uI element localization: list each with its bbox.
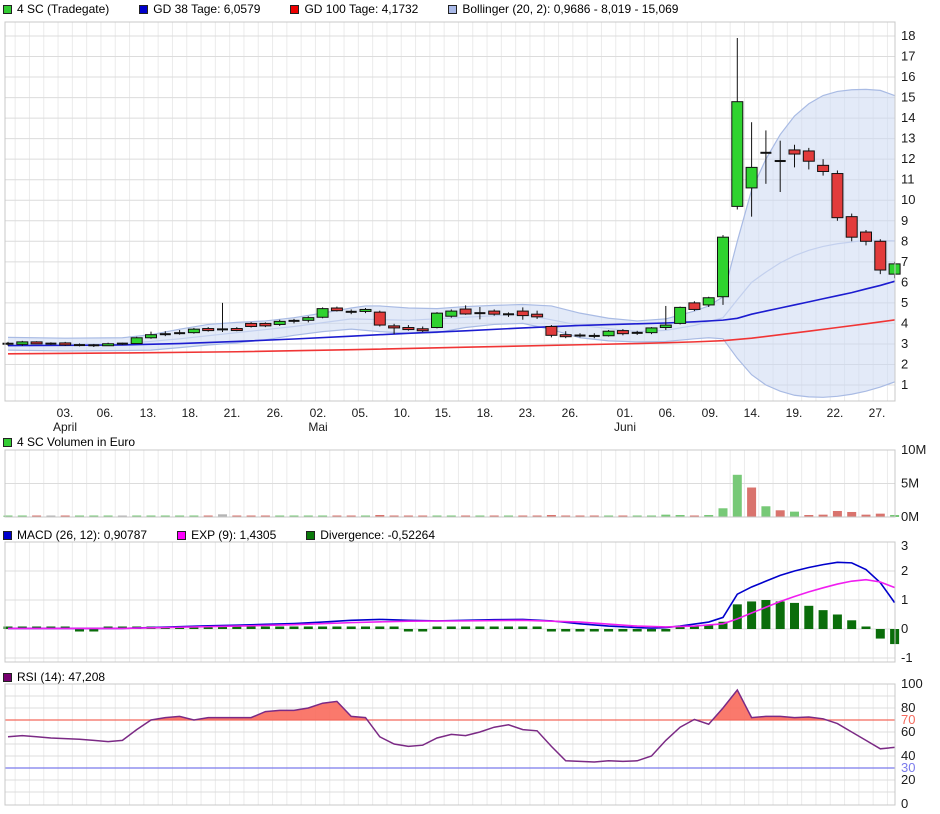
svg-text:12: 12 — [901, 151, 915, 166]
svg-text:26.: 26. — [562, 406, 579, 420]
legend-item-rsi: RSI (14): 47,208 — [3, 670, 105, 684]
macd-y-axis: -1 0 1 2 3 — [901, 538, 913, 665]
svg-text:01.: 01. — [617, 406, 634, 420]
volume-label: 4 SC Volumen in Euro — [17, 435, 135, 449]
svg-text:05.: 05. — [352, 406, 369, 420]
svg-text:1: 1 — [901, 592, 908, 607]
rsi-label: RSI (14): 47,208 — [17, 670, 105, 684]
rsi-swatch-icon — [3, 673, 12, 682]
svg-text:27.: 27. — [869, 406, 886, 420]
svg-text:14: 14 — [901, 110, 915, 125]
svg-text:16: 16 — [901, 69, 915, 84]
volume-legend: 4 SC Volumen in Euro — [3, 434, 135, 450]
svg-text:2: 2 — [901, 563, 908, 578]
volume-swatch-icon — [3, 438, 12, 447]
volume-bars-layer — [4, 475, 900, 517]
svg-text:22.: 22. — [827, 406, 844, 420]
svg-text:3: 3 — [901, 538, 908, 553]
svg-text:15.: 15. — [435, 406, 452, 420]
legend-item-gd100: GD 100 Tage: 4,1732 — [290, 2, 418, 16]
legend-item-gd38: GD 38 Tage: 6,0579 — [139, 2, 260, 16]
legend-item-macd: MACD (26, 12): 0,90787 — [3, 528, 147, 542]
rsi-line — [8, 690, 895, 762]
svg-text:21.: 21. — [224, 406, 241, 420]
macd-histogram-layer — [4, 600, 900, 644]
divergence-swatch-icon — [306, 531, 315, 540]
svg-text:09.: 09. — [702, 406, 719, 420]
legend-item-exp: EXP (9): 1,4305 — [177, 528, 276, 542]
svg-text:06.: 06. — [97, 406, 114, 420]
rsi-legend: RSI (14): 47,208 — [3, 669, 105, 685]
price-y-axis: 123456789101112131415161718 — [901, 28, 915, 392]
date-axis: 03.April 06. 13. 18. 21. 26. 02.Mai 05. 10. 15. 18… — [53, 406, 885, 434]
svg-text:4: 4 — [901, 315, 908, 330]
svg-text:Juni: Juni — [614, 420, 636, 434]
svg-text:10.: 10. — [394, 406, 411, 420]
svg-text:100: 100 — [901, 676, 923, 691]
svg-text:26.: 26. — [267, 406, 284, 420]
price-series-label: 4 SC (Tradegate) — [17, 2, 109, 16]
svg-text:80: 80 — [901, 700, 915, 715]
svg-text:April: April — [53, 420, 77, 434]
svg-text:11: 11 — [901, 172, 915, 187]
svg-text:3: 3 — [901, 336, 908, 351]
legend-item-divergence: Divergence: -0,52264 — [306, 528, 435, 542]
rsi-grid — [5, 684, 895, 805]
svg-text:17: 17 — [901, 49, 915, 64]
svg-text:18.: 18. — [182, 406, 199, 420]
svg-text:13.: 13. — [140, 406, 157, 420]
bollinger-swatch-icon — [448, 5, 457, 14]
svg-text:14.: 14. — [744, 406, 761, 420]
svg-text:Mai: Mai — [308, 420, 327, 434]
macd-legend: MACD (26, 12): 0,90787 EXP (9): 1,4305 D… — [3, 527, 435, 543]
gd100-swatch-icon — [290, 5, 299, 14]
svg-text:15: 15 — [901, 90, 915, 105]
bollinger-band-area — [8, 89, 895, 397]
svg-text:13: 13 — [901, 131, 915, 146]
svg-text:7: 7 — [901, 254, 908, 269]
chart-canvas[interactable]: 12345678910111213141516171803.April06.13… — [0, 0, 940, 814]
svg-text:1: 1 — [901, 377, 908, 392]
price-series-swatch-icon — [3, 5, 12, 14]
svg-text:10M: 10M — [901, 442, 926, 457]
svg-text:2: 2 — [901, 356, 908, 371]
svg-text:-1: -1 — [901, 650, 913, 665]
gd38-label: GD 38 Tage: 6,0579 — [153, 2, 260, 16]
svg-text:03.: 03. — [57, 406, 74, 420]
svg-text:18.: 18. — [477, 406, 494, 420]
svg-text:0: 0 — [901, 621, 908, 636]
svg-text:23.: 23. — [519, 406, 536, 420]
svg-text:06.: 06. — [659, 406, 676, 420]
exp-swatch-icon — [177, 531, 186, 540]
legend-item-price: 4 SC (Tradegate) — [3, 2, 109, 16]
svg-text:5: 5 — [901, 295, 908, 310]
svg-text:02.: 02. — [310, 406, 327, 420]
volume-y-axis: 0M 5M 10M — [901, 442, 926, 524]
stock-chart: 4 SC (Tradegate) GD 38 Tage: 6,0579 GD 1… — [0, 0, 940, 814]
legend-item-bollinger: Bollinger (20, 2): 0,9686 - 8,019 - 15,0… — [448, 2, 678, 16]
svg-text:19.: 19. — [786, 406, 803, 420]
price-legend: 4 SC (Tradegate) GD 38 Tage: 6,0579 GD 1… — [3, 1, 678, 17]
bollinger-label: Bollinger (20, 2): 0,9686 - 8,019 - 15,0… — [462, 2, 678, 16]
svg-text:8: 8 — [901, 233, 908, 248]
svg-text:9: 9 — [901, 213, 908, 228]
svg-text:40: 40 — [901, 748, 915, 763]
gd38-swatch-icon — [139, 5, 148, 14]
legend-item-volume: 4 SC Volumen in Euro — [3, 435, 135, 449]
rsi-y-axis: 0203040607080100 — [901, 676, 923, 811]
svg-text:10: 10 — [901, 192, 915, 207]
svg-text:6: 6 — [901, 274, 908, 289]
svg-text:0M: 0M — [901, 509, 919, 524]
svg-text:0: 0 — [901, 796, 908, 811]
gd100-label: GD 100 Tage: 4,1732 — [304, 2, 418, 16]
macd-label: MACD (26, 12): 0,90787 — [17, 528, 147, 542]
svg-text:18: 18 — [901, 28, 915, 43]
divergence-label: Divergence: -0,52264 — [320, 528, 435, 542]
macd-swatch-icon — [3, 531, 12, 540]
exp-label: EXP (9): 1,4305 — [191, 528, 276, 542]
svg-text:5M: 5M — [901, 476, 919, 491]
